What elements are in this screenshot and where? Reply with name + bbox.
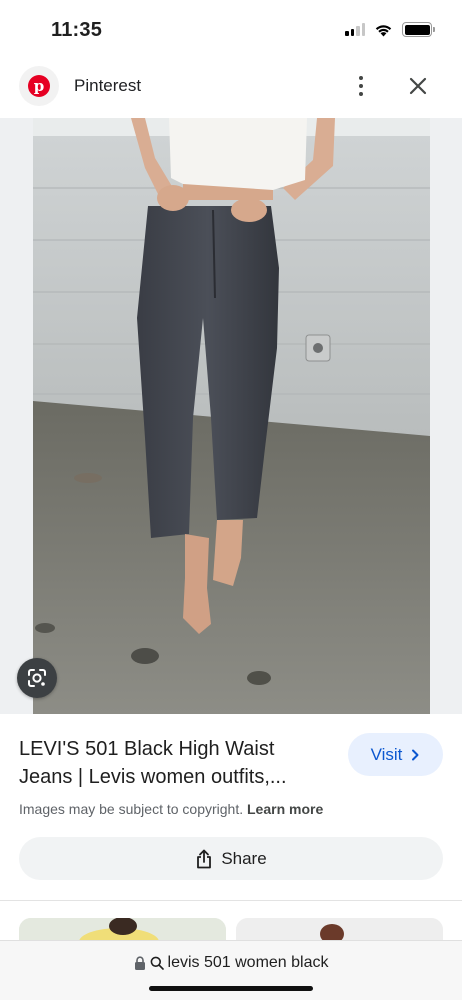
share-icon (197, 849, 212, 868)
address-text: levis 501 women black (167, 954, 329, 971)
pinterest-logo-icon[interactable]: p (19, 66, 59, 106)
lock-icon (134, 956, 145, 970)
status-bar: 11:35 (0, 0, 462, 58)
status-icons (345, 22, 435, 37)
copyright-notice: Images may be subject to copyright. Lear… (19, 801, 323, 817)
image-preview-area (0, 118, 462, 714)
google-lens-icon (28, 669, 46, 687)
wifi-icon (375, 24, 392, 36)
share-button-label: Share (221, 848, 267, 868)
site-name: Pinterest (74, 76, 142, 95)
learn-more-link[interactable]: Learn more (247, 801, 323, 817)
home-indicator[interactable] (149, 986, 313, 991)
result-title-line-2: Jeans | Levis women outfits,... (19, 766, 287, 788)
search-icon (150, 956, 164, 970)
visit-button[interactable]: Visit (348, 733, 443, 776)
result-title-line-1: LEVI'S 501 Black High Waist (19, 738, 275, 760)
address-field[interactable]: levis 501 women black (0, 954, 462, 972)
more-vertical-icon[interactable] (350, 72, 372, 100)
status-time: 11:35 (51, 19, 103, 41)
app-header: p Pinterest (0, 58, 462, 118)
cellular-signal-icon (345, 23, 365, 36)
google-lens-button[interactable] (17, 658, 57, 698)
battery-icon (402, 22, 435, 37)
result-title[interactable]: LEVI'S 501 Black High Waist Jeans | Levi… (19, 735, 334, 791)
browser-address-bar[interactable]: levis 501 women black (0, 940, 462, 1000)
copyright-text: Images may be subject to copyright. (19, 801, 244, 817)
section-divider (0, 900, 462, 901)
share-button[interactable]: Share (19, 837, 443, 880)
chevron-right-icon (412, 749, 419, 760)
close-icon[interactable] (404, 72, 432, 100)
product-photo[interactable] (33, 118, 430, 714)
visit-button-label: Visit (370, 744, 403, 764)
